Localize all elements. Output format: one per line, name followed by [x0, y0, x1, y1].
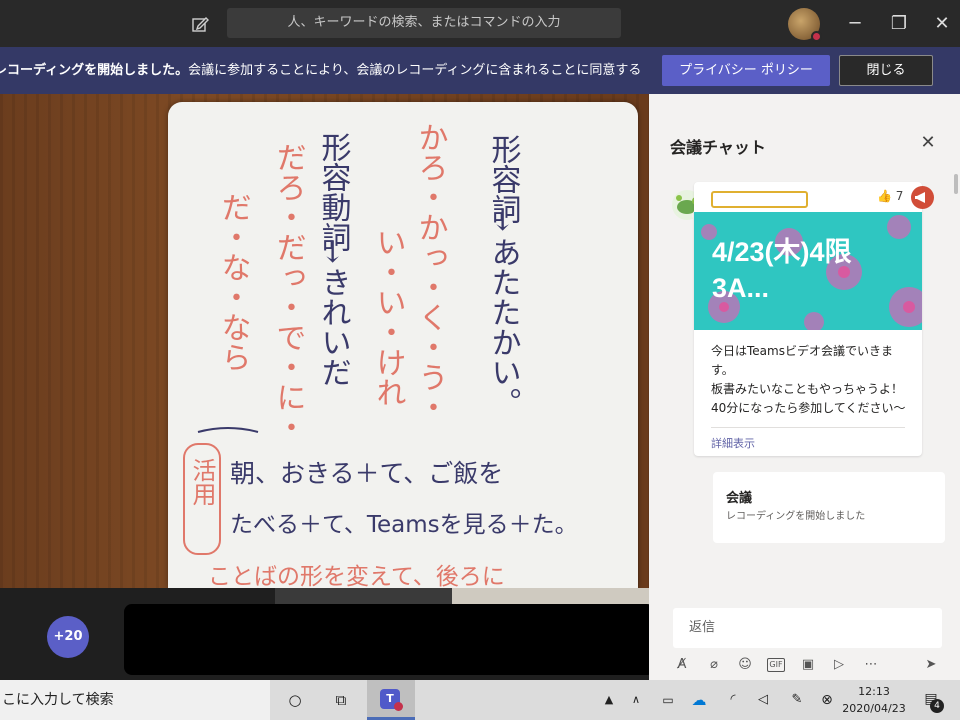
busy-status-icon: [811, 31, 822, 42]
like-count[interactable]: 👍 7: [877, 189, 903, 203]
announcement-icon: [911, 186, 934, 209]
message-line: 板書みたいなこともやっちゃうよ！: [711, 382, 904, 396]
reply-input[interactable]: 返信: [673, 608, 942, 648]
whiteboard: 形容詞 ↓ あたたかい。 かろ・かっ・く・う・ い・い・けれ 形容動詞 ↓ きれ…: [168, 102, 638, 588]
chat-close-icon[interactable]: ✕: [918, 133, 938, 153]
message-divider: [711, 427, 905, 428]
event-title: 会議: [726, 491, 753, 506]
emoji-icon[interactable]: ☺: [736, 656, 754, 674]
send-icon[interactable]: ➤: [922, 656, 940, 674]
video-stage: 形容詞 ↓ あたたかい。 かろ・かっ・く・う・ い・い・けれ 形容動詞 ↓ きれ…: [0, 94, 649, 588]
message-line: 今日はTeamsビデオ会議でいきま: [711, 344, 893, 358]
wb-col6-forms: だ・な・なら: [216, 192, 251, 372]
message-line: す。: [711, 363, 734, 377]
clock-date: 2020/04/23: [842, 702, 906, 715]
see-more-link[interactable]: 詳細表示: [711, 435, 755, 451]
wifi-icon[interactable]: ◜: [722, 689, 744, 711]
wb-line2: たべる＋て、Teamsを見る＋た。: [230, 512, 578, 538]
pen-icon[interactable]: ✎: [786, 689, 808, 711]
scroll-up-icon[interactable]: ▲: [598, 689, 620, 711]
privacy-policy-button[interactable]: プライバシー ポリシー: [662, 55, 830, 86]
sticker-icon[interactable]: ▣: [799, 656, 817, 674]
clock-time: 12:13: [858, 685, 890, 698]
compose-icon[interactable]: [190, 14, 210, 34]
more-participants-button[interactable]: +20: [47, 616, 89, 658]
wb-line1: 朝、おきる＋て、ご飯を: [230, 459, 503, 488]
sender-name-redacted: [711, 191, 808, 208]
more-options-icon[interactable]: ⋯: [862, 656, 880, 674]
recording-notice-bold: レコーディングを開始しました。: [0, 63, 189, 78]
onedrive-icon[interactable]: ☁: [688, 689, 710, 711]
message-body: 今日はTeamsビデオ会議でいきま す。 板書みたいなこともやっちゃうよ！ 40…: [711, 342, 911, 418]
notification-count: 4: [930, 699, 944, 713]
maximize-button[interactable]: ❐: [887, 12, 911, 36]
message-line: 40分になったら参加してください〜: [711, 401, 906, 415]
wb-col1-arrow: ↓: [490, 203, 515, 238]
cortana-icon[interactable]: ○: [284, 689, 306, 711]
teams-taskbar-button[interactable]: T: [367, 680, 415, 720]
wb-katsuyou-label: 活用: [188, 458, 216, 506]
recording-notice-detail: 会議に参加することにより、会議のレコーディングに含まれることに同意することを示し…: [188, 63, 640, 78]
attach-icon[interactable]: ⌀: [705, 656, 723, 674]
wb-separator: [197, 427, 259, 433]
chat-scrollbar[interactable]: [954, 174, 958, 194]
wb-col5-forms: だろ・だっ・で・に・: [271, 142, 306, 442]
task-view-icon[interactable]: ⧉: [330, 689, 352, 711]
action-center-icon[interactable]: ▤ 4: [920, 688, 944, 713]
announcement-title: 4/23(木)4限 3A...: [712, 237, 879, 303]
show-hidden-icons[interactable]: ∧: [625, 689, 647, 711]
minimize-button[interactable]: ─: [843, 12, 867, 36]
wb-col4-word: きれいだ: [316, 267, 351, 387]
taskbar-clock[interactable]: 12:13 2020/04/23: [836, 683, 912, 717]
taskbar-search[interactable]: こに入力して検索: [0, 680, 270, 720]
meet-now-icon[interactable]: ▷: [830, 656, 848, 674]
redacted-area: [124, 604, 655, 675]
close-banner-button[interactable]: 閉じる: [839, 55, 933, 86]
user-avatar[interactable]: [788, 8, 822, 42]
chat-title: 会議チャット: [670, 138, 766, 157]
close-window-button[interactable]: ✕: [930, 12, 954, 36]
wb-col1-word: あたたかい。: [486, 237, 521, 417]
wb-col4-arrow: ↓: [320, 235, 345, 270]
search-input[interactable]: 人、キーワードの検索、またはコマンドの入力: [227, 8, 621, 38]
battery-icon[interactable]: ▭: [657, 689, 679, 711]
gif-icon[interactable]: GIF: [767, 658, 785, 672]
mic-off-icon[interactable]: ⊗: [816, 689, 838, 711]
format-icon[interactable]: A̸: [673, 656, 691, 674]
event-text: レコーディングを開始しました: [726, 511, 866, 522]
teams-status-icon: [394, 702, 403, 711]
recording-notice: レコーディングを開始しました。会議に参加することにより、会議のレコーディングに含…: [0, 47, 640, 94]
wb-col2-forms: かろ・かっ・く・う・: [413, 122, 448, 422]
whiteboard-writing: 形容詞 ↓ あたたかい。 かろ・かっ・く・う・ い・い・けれ 形容動詞 ↓ きれ…: [183, 122, 578, 588]
volume-icon[interactable]: ◁: [752, 689, 774, 711]
wb-col3-forms: い・い・けれ: [371, 227, 406, 407]
wb-line3: ことばの形を変えて、後ろに: [208, 564, 505, 588]
